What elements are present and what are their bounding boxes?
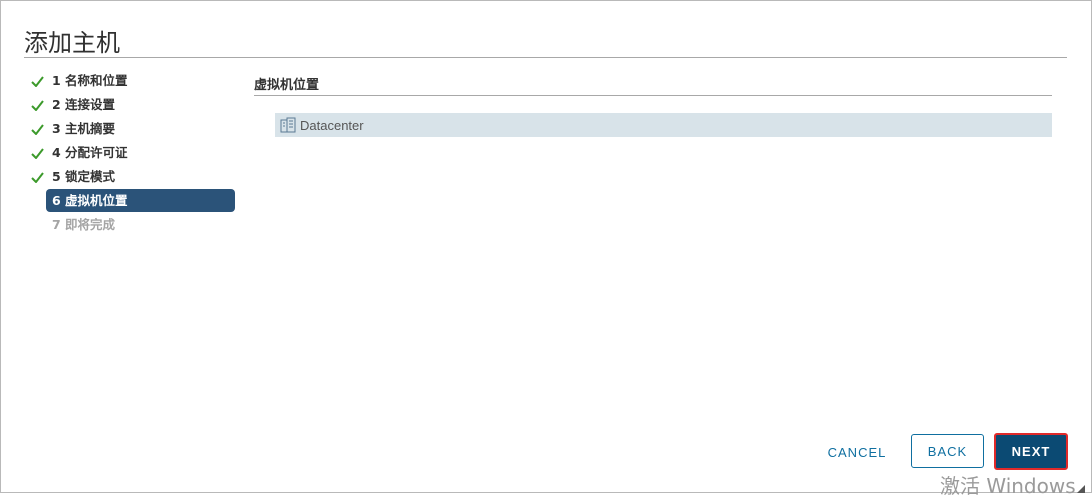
step-label: 7 即将完成	[52, 217, 116, 232]
dialog-title: 添加主机	[24, 29, 120, 57]
windows-activation-watermark: 激活 Windows	[940, 474, 1076, 498]
step-7: 7 即将完成	[31, 213, 236, 237]
datacenter-icon	[280, 117, 296, 133]
checkmark-icon	[31, 143, 46, 163]
tree-node-datacenter[interactable]: Datacenter	[275, 113, 1052, 137]
step-label: 1 名称和位置	[52, 73, 128, 88]
checkmark-icon	[31, 95, 46, 115]
tree-node-label: Datacenter	[300, 117, 364, 133]
checkmark-icon	[31, 71, 46, 91]
step-1[interactable]: 1 名称和位置	[31, 69, 236, 93]
section-divider	[254, 95, 1052, 96]
step-label: 6 虚拟机位置	[52, 192, 128, 208]
step-label: 5 锁定模式	[52, 169, 116, 184]
step-3[interactable]: 3 主机摘要	[31, 117, 236, 141]
step-2[interactable]: 2 连接设置	[31, 93, 236, 117]
add-host-dialog: 添加主机 1 名称和位置 2 连接设置 3 主机摘要 4 分配许可证 5 锁定模…	[0, 0, 1092, 493]
step-label: 3 主机摘要	[52, 121, 116, 136]
title-divider	[24, 57, 1067, 58]
next-button[interactable]: NEXT	[994, 433, 1068, 470]
checkmark-icon	[31, 119, 46, 139]
cancel-button[interactable]: CANCEL	[819, 435, 895, 469]
step-4[interactable]: 4 分配许可证	[31, 141, 236, 165]
back-button[interactable]: BACK	[911, 434, 984, 468]
step-6-active[interactable]: 6 虚拟机位置	[46, 189, 235, 212]
step-label: 2 连接设置	[52, 97, 116, 112]
resize-grip-icon[interactable]	[1077, 480, 1085, 493]
step-label: 4 分配许可证	[52, 145, 128, 160]
checkmark-icon	[31, 167, 46, 187]
section-title: 虚拟机位置	[254, 78, 320, 93]
wizard-steps: 1 名称和位置 2 连接设置 3 主机摘要 4 分配许可证 5 锁定模式 6 虚…	[31, 69, 236, 237]
step-5[interactable]: 5 锁定模式	[31, 165, 236, 189]
